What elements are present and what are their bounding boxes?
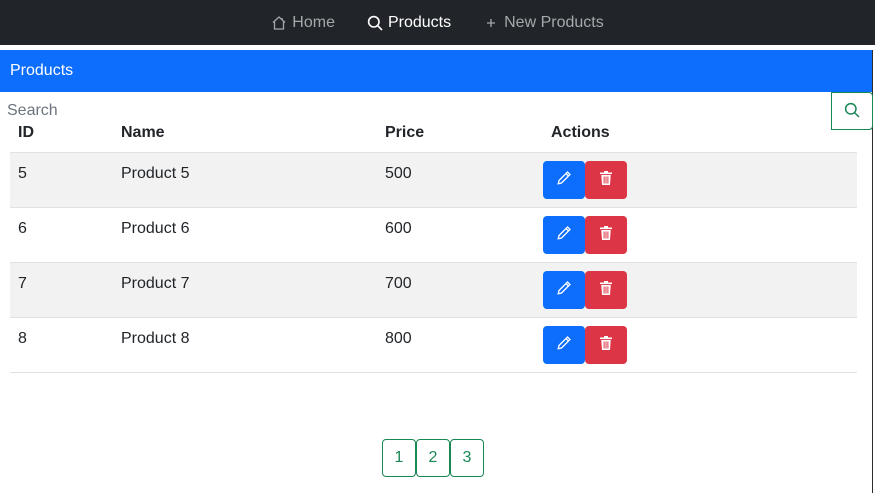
cell-price: 500 [377, 152, 543, 208]
nav-products-link[interactable]: Products [367, 0, 451, 45]
trash-icon [599, 335, 613, 354]
nav-new-products-link[interactable]: New Products [483, 0, 604, 45]
column-header-name: Name [113, 110, 377, 153]
pencil-icon [556, 170, 572, 189]
edit-button[interactable] [543, 325, 585, 364]
cell-price: 700 [377, 262, 543, 318]
plus-icon [483, 15, 499, 31]
nav-new-products-label: New Products [504, 13, 604, 31]
cell-name: Product 8 [113, 317, 377, 373]
cell-id: 8 [10, 317, 113, 373]
page-button-1[interactable]: 1 [382, 439, 416, 477]
cell-price: 600 [377, 207, 543, 263]
cell-id: 6 [10, 207, 113, 263]
search-icon [367, 15, 383, 31]
cell-id: 7 [10, 262, 113, 318]
table-row: 7 Product 7 700 [10, 262, 857, 318]
edit-button[interactable] [543, 215, 585, 254]
page-button-2[interactable]: 2 [416, 439, 450, 477]
top-navbar: Home Products New Products [0, 0, 875, 45]
cell-name: Product 5 [113, 152, 377, 208]
cell-actions [543, 207, 857, 263]
page-button-3[interactable]: 3 [450, 439, 484, 477]
table-row: 8 Product 8 800 [10, 317, 857, 373]
edit-button[interactable] [543, 270, 585, 309]
nav-home-label: Home [292, 13, 335, 31]
cell-actions [543, 317, 857, 373]
cell-actions [543, 152, 857, 208]
delete-button[interactable] [585, 160, 627, 199]
column-header-actions: Actions [543, 110, 857, 153]
cell-actions [543, 262, 857, 318]
nav-products-label: Products [387, 13, 452, 31]
cell-name: Product 7 [113, 262, 377, 318]
pencil-icon [556, 280, 572, 299]
card-title: Products [0, 50, 872, 92]
delete-button[interactable] [585, 215, 627, 254]
delete-button[interactable] [585, 270, 627, 309]
cell-price: 800 [377, 317, 543, 373]
products-table: ID Name Price Actions 5 Product 5 500 6 … [10, 110, 857, 373]
pencil-icon [556, 335, 572, 354]
trash-icon [599, 280, 613, 299]
cell-id: 5 [10, 152, 113, 208]
column-header-price: Price [377, 110, 543, 153]
delete-button[interactable] [585, 325, 627, 364]
cell-name: Product 6 [113, 207, 377, 263]
table-row: 5 Product 5 500 [10, 152, 857, 208]
nav-home-link[interactable]: Home [271, 0, 335, 45]
trash-icon [599, 170, 613, 189]
column-header-id: ID [10, 110, 113, 153]
pagination: 1 2 3 [382, 439, 484, 477]
trash-icon [599, 225, 613, 244]
edit-button[interactable] [543, 160, 585, 199]
table-row: 6 Product 6 600 [10, 207, 857, 263]
pencil-icon [556, 225, 572, 244]
table-header-row: ID Name Price Actions [10, 110, 857, 153]
house-icon [271, 15, 287, 31]
